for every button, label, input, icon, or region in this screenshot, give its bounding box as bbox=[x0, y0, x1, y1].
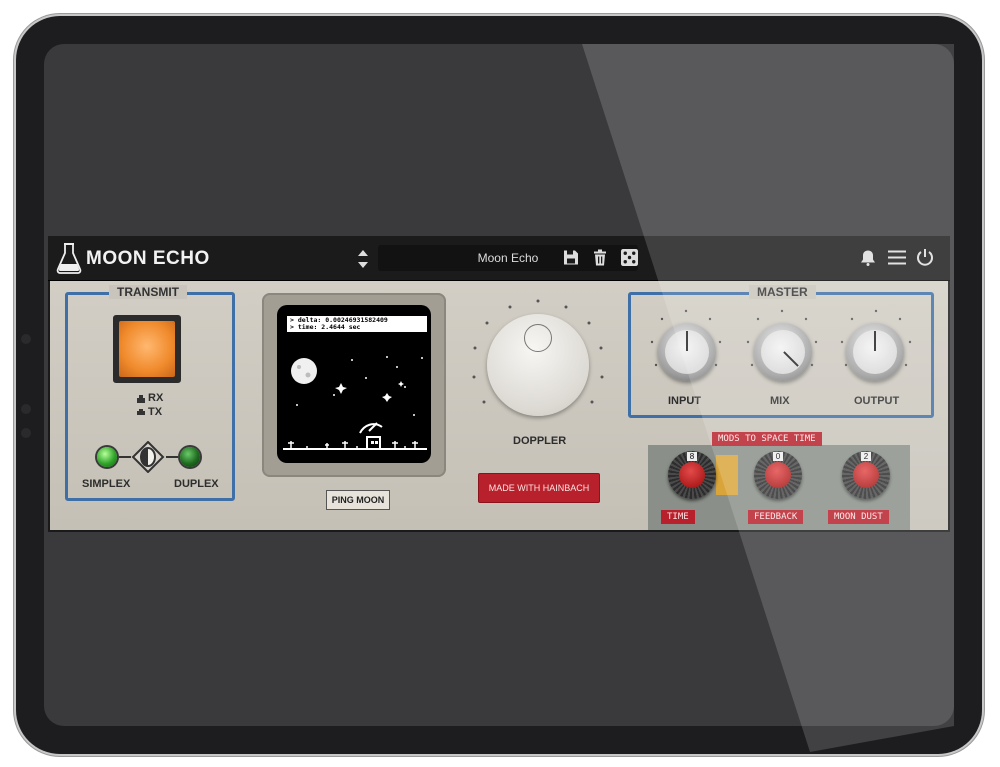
ping-moon-button[interactable]: PING MOON bbox=[326, 490, 390, 510]
time-label: TIME bbox=[661, 510, 695, 524]
crt-screen: > delta: 0.00246931582409 > time: 2.4644… bbox=[277, 305, 431, 463]
transmit-button[interactable] bbox=[113, 315, 181, 383]
menu-icon[interactable] bbox=[888, 249, 906, 266]
input-knob-pointer bbox=[686, 331, 688, 351]
time-dial-value: 8 bbox=[687, 452, 697, 461]
preset-prev-next-icon[interactable] bbox=[356, 248, 370, 270]
input-knob-label: INPUT bbox=[668, 395, 701, 407]
moon-icon bbox=[291, 358, 317, 384]
led-connector bbox=[119, 456, 131, 458]
plugin-body: TRANSMIT RX TX SIMPLEX DUPLEX > delta: 0… bbox=[50, 281, 948, 530]
moon-echo-plugin: MOON ECHO Moon Echo TRANSMIT RX TX SIMPL… bbox=[48, 236, 950, 532]
made-with-hainbach-button[interactable]: MADE WITH HAINBACH bbox=[478, 473, 600, 503]
rx-label: RX bbox=[148, 392, 164, 404]
mix-knob[interactable] bbox=[754, 323, 812, 381]
tablet-side-button bbox=[21, 404, 31, 414]
doppler-knob[interactable] bbox=[487, 314, 589, 416]
mods-title: MODS TO SPACE TIME bbox=[712, 432, 822, 446]
mode-toggle-switch[interactable] bbox=[131, 440, 165, 474]
led-connector bbox=[166, 456, 178, 458]
save-icon[interactable] bbox=[563, 249, 579, 266]
crt-display-frame: > delta: 0.00246931582409 > time: 2.4644… bbox=[262, 293, 446, 477]
power-icon[interactable] bbox=[916, 248, 934, 266]
duplex-led bbox=[180, 447, 200, 467]
duplex-label: DUPLEX bbox=[174, 478, 219, 490]
time-knob-cap bbox=[679, 462, 705, 488]
transmit-title: TRANSMIT bbox=[109, 285, 187, 299]
rx-icon bbox=[137, 395, 145, 403]
tablet-side-button bbox=[21, 428, 31, 438]
toggle-switch-icon bbox=[131, 440, 165, 474]
bell-icon[interactable] bbox=[860, 249, 876, 266]
output-knob-pointer bbox=[874, 331, 876, 351]
mods-warning-plate bbox=[716, 455, 738, 495]
flask-logo-icon bbox=[56, 243, 82, 274]
transmit-button-light bbox=[119, 321, 175, 377]
tablet-side-button bbox=[21, 334, 31, 344]
moon-dust-dial-value: 2 bbox=[861, 452, 871, 461]
feedback-knob-cap bbox=[765, 462, 791, 488]
output-knob[interactable] bbox=[846, 323, 904, 381]
satellite-dish-icon bbox=[359, 422, 383, 450]
transmit-panel: TRANSMIT RX TX SIMPLEX DUPLEX bbox=[65, 285, 235, 501]
tx-label: TX bbox=[148, 406, 163, 418]
simplex-led bbox=[97, 447, 117, 467]
feedback-label: FEEDBACK bbox=[748, 510, 804, 524]
app-title: MOON ECHO bbox=[86, 248, 210, 269]
feedback-knob[interactable]: 0 bbox=[754, 451, 802, 499]
simplex-label: SIMPLEX bbox=[82, 478, 131, 490]
time-knob[interactable]: 8 bbox=[668, 451, 716, 499]
doppler-label: DOPPLER bbox=[513, 435, 567, 447]
moon-dust-label: MOON DUST bbox=[828, 510, 889, 524]
moon-dust-knob-cap bbox=[853, 462, 879, 488]
plugin-toolbar: MOON ECHO Moon Echo bbox=[48, 236, 950, 281]
mix-knob-label: MIX bbox=[770, 395, 790, 407]
feedback-dial-value: 0 bbox=[773, 452, 783, 461]
tx-icon bbox=[137, 409, 145, 415]
moon-scene bbox=[283, 356, 427, 450]
trash-icon[interactable] bbox=[592, 249, 608, 266]
moon-dust-knob[interactable]: 2 bbox=[842, 451, 890, 499]
input-knob[interactable] bbox=[658, 323, 716, 381]
doppler-knob-indicator bbox=[524, 324, 552, 352]
output-knob-label: OUTPUT bbox=[854, 395, 900, 407]
dice-icon[interactable] bbox=[621, 249, 638, 266]
